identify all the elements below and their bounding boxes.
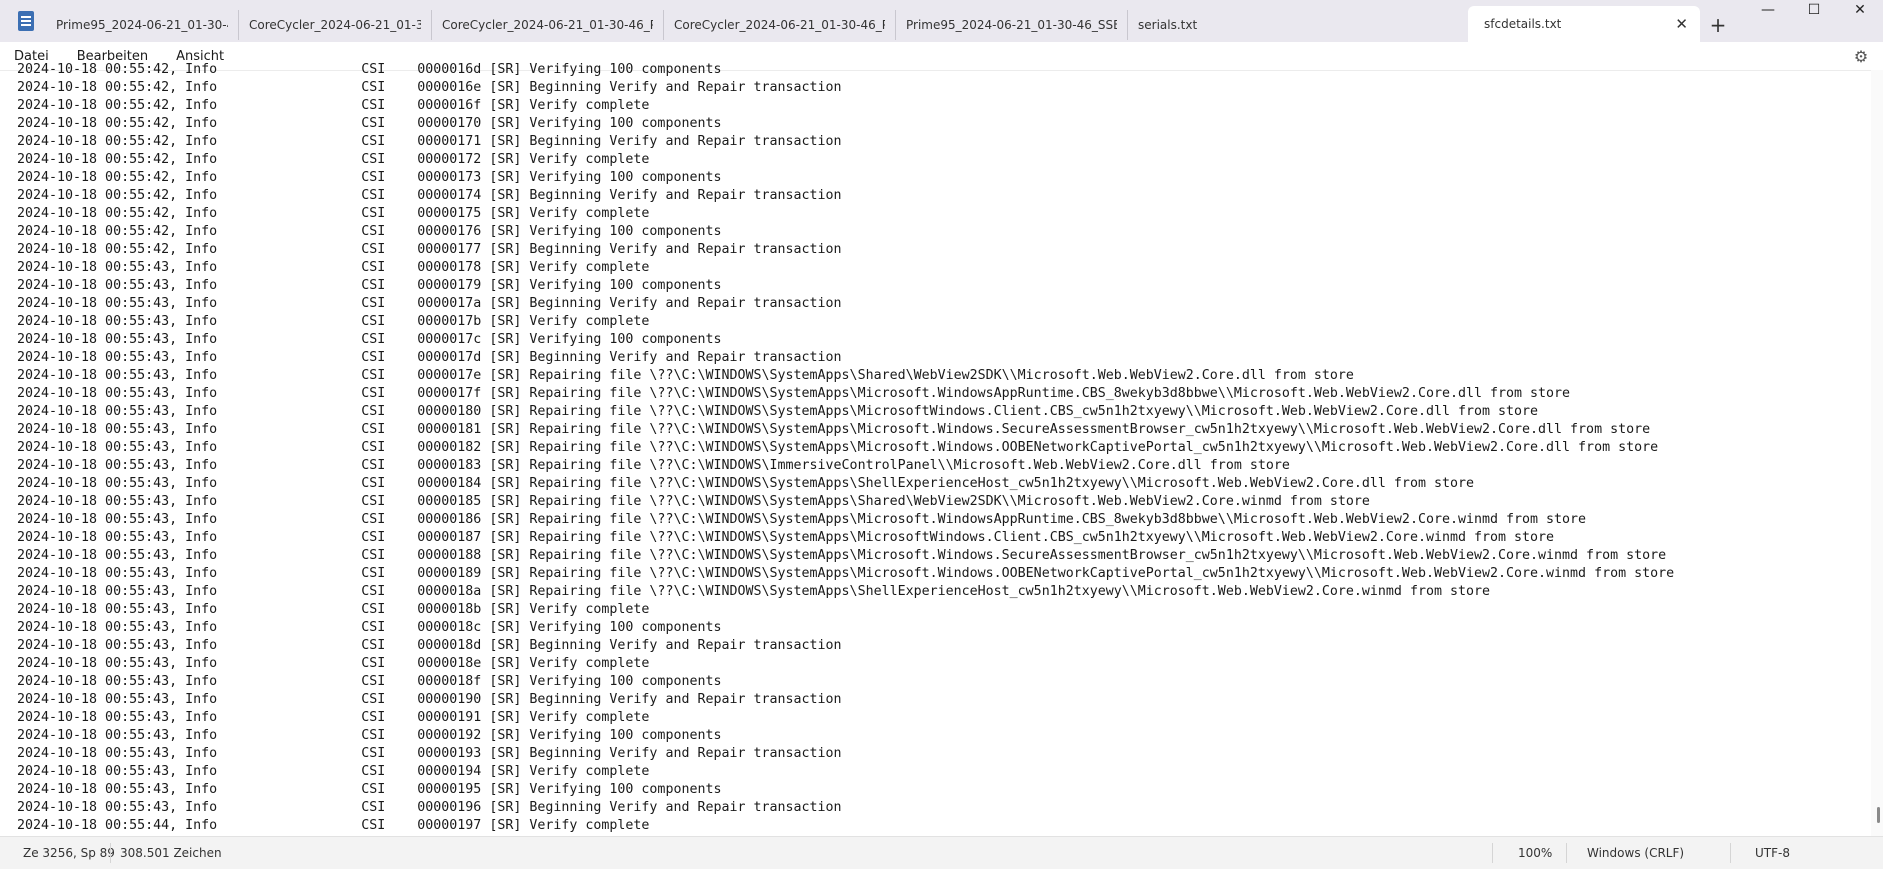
status-divider (1492, 843, 1493, 863)
text-line: 2024-10-18 00:55:43, Info CSI 0000018c [… (17, 620, 722, 635)
text-line: 2024-10-18 00:55:43, Info CSI 0000017c [… (17, 332, 722, 347)
text-line: 2024-10-18 00:55:43, Info CSI 00000192 [… (17, 728, 722, 743)
text-line: 2024-10-18 00:55:42, Info CSI 0000016f [… (17, 98, 650, 113)
status-bar: Ze 3256, Sp 89 308.501 Zeichen 100% Wind… (0, 836, 1883, 869)
line-ending[interactable]: Windows (CRLF) (1587, 846, 1684, 860)
text-line: 2024-10-18 00:55:42, Info CSI 00000176 [… (17, 224, 722, 239)
text-line: 2024-10-18 00:55:43, Info CSI 00000179 [… (17, 278, 722, 293)
encoding[interactable]: UTF-8 (1755, 846, 1790, 860)
text-line: 2024-10-18 00:55:43, Info CSI 00000178 [… (17, 260, 650, 275)
tab-serials[interactable]: serials.txt (1128, 10, 1468, 40)
text-line: 2024-10-18 00:55:43, Info CSI 00000195 [… (17, 782, 722, 797)
text-line: 2024-10-18 00:55:43, Info CSI 0000018b [… (17, 602, 650, 617)
text-line: 2024-10-18 00:55:42, Info CSI 00000173 [… (17, 170, 722, 185)
text-line: 2024-10-18 00:55:43, Info CSI 00000193 [… (17, 746, 842, 761)
status-divider (110, 843, 111, 863)
tab-sfcdetails-active[interactable]: sfcdetails.txt ✕ (1468, 6, 1700, 42)
text-line: 2024-10-18 00:55:43, Info CSI 0000018a [… (17, 584, 1490, 599)
text-line: 2024-10-18 00:55:42, Info CSI 00000175 [… (17, 206, 650, 221)
text-line: 2024-10-18 00:55:43, Info CSI 00000182 [… (17, 440, 1659, 455)
text-line: 2024-10-18 00:55:43, Info CSI 0000017f [… (17, 386, 1571, 401)
text-line: 2024-10-18 00:55:43, Info CSI 0000018f [… (17, 674, 722, 689)
text-line: 2024-10-18 00:55:42, Info CSI 00000170 [… (17, 116, 722, 131)
text-line: 2024-10-18 00:55:43, Info CSI 0000017e [… (17, 368, 1354, 383)
text-line: 2024-10-18 00:55:43, Info CSI 0000017a [… (17, 296, 842, 311)
text-line: 2024-10-18 00:55:43, Info CSI 00000191 [… (17, 710, 650, 725)
close-tab-icon[interactable]: ✕ (1675, 15, 1688, 33)
maximize-button[interactable]: ☐ (1791, 0, 1837, 20)
text-line: 2024-10-18 00:55:42, Info CSI 00000172 [… (17, 152, 650, 167)
text-line: 2024-10-18 00:55:43, Info CSI 00000196 [… (17, 800, 842, 815)
tab-strip: Prime95_2024-06-21_01-30-46_SSE_HUGE Cor… (46, 6, 1736, 42)
text-line: 2024-10-18 00:55:43, Info CSI 0000017b [… (17, 314, 650, 329)
status-divider (1730, 843, 1731, 863)
tab-prime95-sse-huge-2[interactable]: Prime95_2024-06-21_01-30-46_SSE_HUGE (896, 10, 1128, 40)
close-window-button[interactable]: ✕ (1837, 0, 1883, 20)
text-line: 2024-10-18 00:55:43, Info CSI 00000183 [… (17, 458, 1290, 473)
text-editor[interactable]: 2024-10-18 00:55:42, Info CSI 0000016d [… (0, 61, 1870, 836)
tab-corecycler-3[interactable]: CoreCycler_2024-06-21_01-30-46_PRIME95 (664, 10, 896, 40)
tab-corecycler-1[interactable]: CoreCycler_2024-06-21_01-30-46_PRIME95 (239, 10, 432, 40)
text-line: 2024-10-18 00:55:43, Info CSI 00000181 [… (17, 422, 1651, 437)
text-line: 2024-10-18 00:55:42, Info CSI 0000016d [… (17, 62, 722, 77)
cursor-position: Ze 3256, Sp 89 (23, 846, 115, 860)
text-line: 2024-10-18 00:55:43, Info CSI 00000186 [… (17, 512, 1587, 527)
text-line: 2024-10-18 00:55:44, Info CSI 00000197 [… (17, 818, 650, 833)
text-line: 2024-10-18 00:55:43, Info CSI 0000017d [… (17, 350, 842, 365)
minimize-button[interactable]: — (1745, 0, 1791, 20)
text-line: 2024-10-18 00:55:43, Info CSI 00000184 [… (17, 476, 1474, 491)
text-line: 2024-10-18 00:55:43, Info CSI 00000189 [… (17, 566, 1675, 581)
vertical-scrollbar[interactable] (1871, 70, 1883, 836)
active-tab-label: sfcdetails.txt (1484, 17, 1562, 31)
zoom-level[interactable]: 100% (1518, 846, 1552, 860)
text-line: 2024-10-18 00:55:43, Info CSI 00000185 [… (17, 494, 1370, 509)
character-count: 308.501 Zeichen (120, 846, 222, 860)
text-line: 2024-10-18 00:55:43, Info CSI 00000180 [… (17, 404, 1539, 419)
new-tab-button[interactable]: + (1700, 10, 1736, 40)
notepad-icon (18, 11, 34, 31)
text-line: 2024-10-18 00:55:42, Info CSI 00000174 [… (17, 188, 842, 203)
text-line: 2024-10-18 00:55:43, Info CSI 00000190 [… (17, 692, 842, 707)
scrollbar-thumb[interactable] (1877, 807, 1880, 823)
text-line: 2024-10-18 00:55:42, Info CSI 00000177 [… (17, 242, 842, 257)
window-controls: — ☐ ✕ (1745, 0, 1883, 22)
title-bar: Prime95_2024-06-21_01-30-46_SSE_HUGE Cor… (0, 0, 1883, 42)
text-line: 2024-10-18 00:55:42, Info CSI 00000171 [… (17, 134, 842, 149)
text-line: 2024-10-18 00:55:42, Info CSI 0000016e [… (17, 80, 842, 95)
text-line: 2024-10-18 00:55:43, Info CSI 0000018e [… (17, 656, 650, 671)
text-line: 2024-10-18 00:55:43, Info CSI 00000187 [… (17, 530, 1555, 545)
tab-corecycler-2[interactable]: CoreCycler_2024-06-21_01-30-46_PRIME95 (432, 10, 664, 40)
status-divider (1566, 843, 1567, 863)
text-line: 2024-10-18 00:55:43, Info CSI 00000194 [… (17, 764, 650, 779)
tab-prime95-sse-huge-1[interactable]: Prime95_2024-06-21_01-30-46_SSE_HUGE (46, 10, 239, 40)
text-line: 2024-10-18 00:55:43, Info CSI 0000018d [… (17, 638, 842, 653)
text-line: 2024-10-18 00:55:43, Info CSI 00000188 [… (17, 548, 1667, 563)
